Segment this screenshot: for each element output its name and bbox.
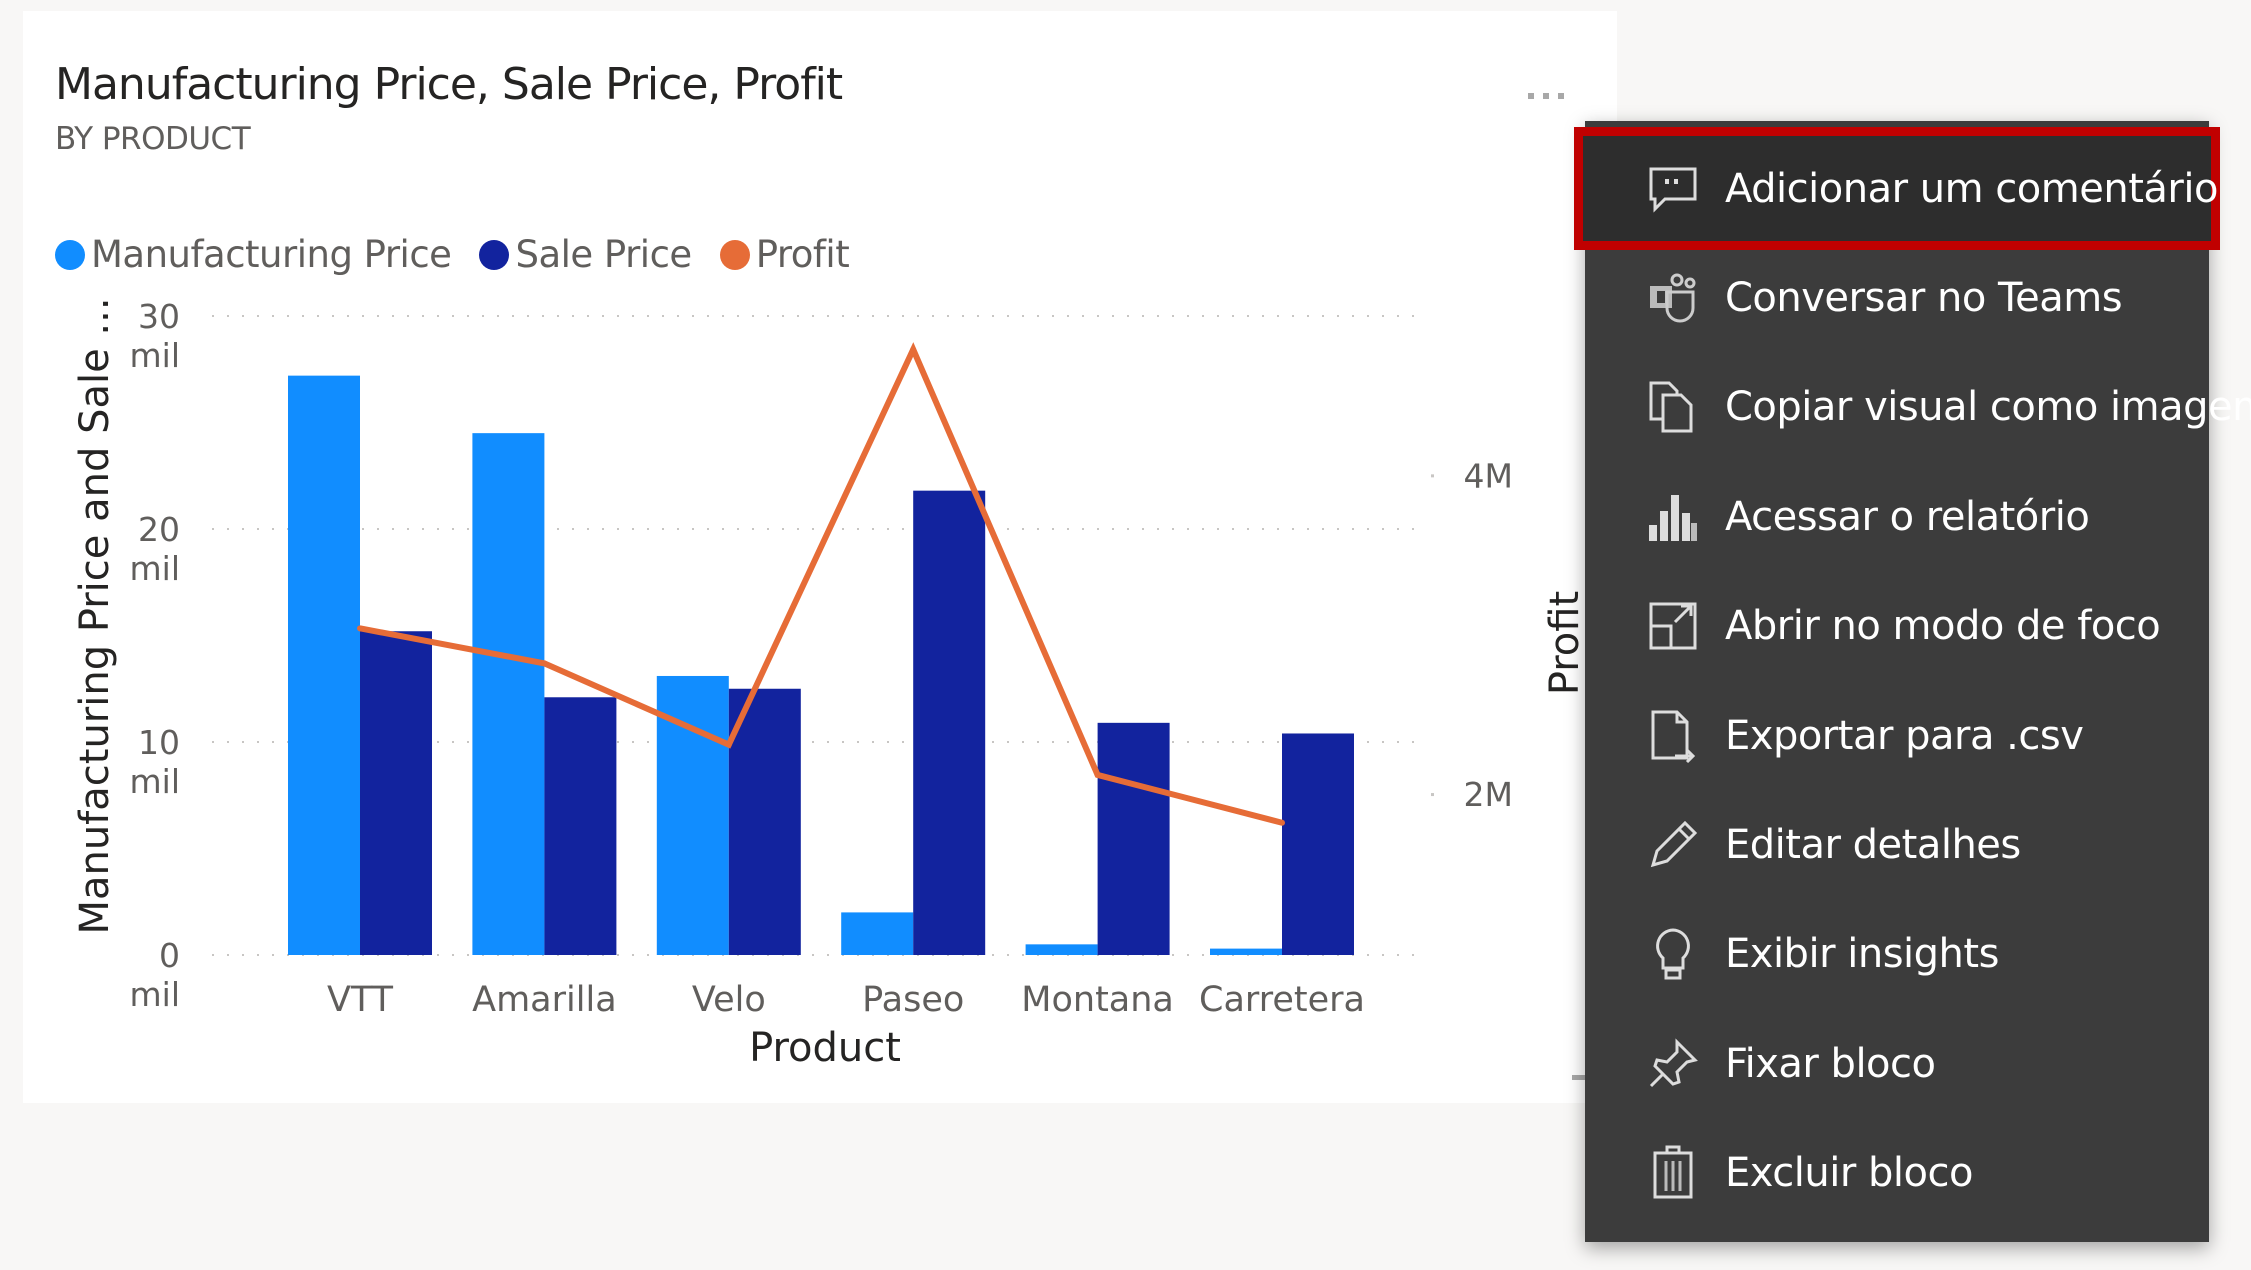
menu-item-label: Exportar para .csv xyxy=(1725,712,2084,759)
y2-tick-mark xyxy=(1431,474,1434,478)
y-axis-ticks: 0 mil 10 mil 20 mil 30 mil xyxy=(130,297,180,1014)
y-tick-label: 0 mil xyxy=(130,936,180,1014)
menu-item-copy[interactable]: Copiar visual como imagem xyxy=(1585,353,2251,462)
bars xyxy=(288,375,1354,955)
profit-point-montana xyxy=(1094,771,1101,778)
bar-manufacturing-price-vtt xyxy=(288,375,360,955)
menu-item-export[interactable]: Exportar para .csv xyxy=(1585,681,2209,790)
pencil-icon xyxy=(1645,817,1701,873)
x-tick-label: Velo xyxy=(692,980,766,1020)
menu-item-label: Abrir no modo de foco xyxy=(1725,603,2161,650)
y2-tick-label: 4M xyxy=(1464,456,1513,495)
menu-item-comment[interactable]: Adicionar um comentário xyxy=(1574,127,2220,250)
bar-sale-price-montana xyxy=(1097,722,1170,955)
y2-axis-ticks: 2M 4M xyxy=(1431,456,1513,814)
menu-item-label: Editar detalhes xyxy=(1725,821,2021,868)
bar-sale-price-velo xyxy=(728,688,801,955)
menu-item-focus-mode[interactable]: Abrir no modo de foco xyxy=(1585,572,2209,681)
bar-sale-price-amarilla xyxy=(544,697,617,955)
report-icon xyxy=(1645,489,1701,545)
menu-item-label: Acessar o relatório xyxy=(1725,493,2090,540)
bar-manufacturing-price-carretera xyxy=(1210,948,1282,955)
bar-manufacturing-price-amarilla xyxy=(472,433,545,955)
lightbulb-icon xyxy=(1645,926,1701,982)
profit-point-amarilla xyxy=(541,660,548,667)
profit-point-carretera xyxy=(1279,819,1285,826)
menu-item-label: Conversar no Teams xyxy=(1725,274,2123,321)
profit-point-vtt xyxy=(357,625,363,632)
x-tick-label: Montana xyxy=(1021,980,1174,1020)
profit-point-velo xyxy=(725,741,732,748)
menu-item-label: Fixar bloco xyxy=(1725,1040,1936,1087)
context-menu: Adicionar um comentário Conversar no Team… xyxy=(1574,121,2251,1242)
menu-item-label: Copiar visual como imagem xyxy=(1725,384,2251,431)
bar-manufacturing-price-montana xyxy=(1025,944,1098,955)
x-tick-label: Carretera xyxy=(1199,980,1365,1020)
menu-item-label: Adicionar um comentário xyxy=(1725,165,2218,212)
export-icon xyxy=(1645,708,1701,764)
bar-sale-price-carretera xyxy=(1282,733,1354,955)
menu-item-trash[interactable]: Excluir bloco xyxy=(1585,1119,2209,1228)
pin-icon xyxy=(1645,1036,1701,1092)
y2-tick-mark xyxy=(1431,793,1434,797)
y-tick-label: 10 mil xyxy=(130,723,180,801)
x-tick-label: Amarilla xyxy=(472,980,617,1020)
resize-handle[interactable] xyxy=(1572,1075,1585,1080)
menu-item-teams[interactable]: Conversar no Teams xyxy=(1585,243,2209,352)
menu-item-label: Exibir insights xyxy=(1725,931,1999,978)
x-tick-label: Paseo xyxy=(862,980,964,1020)
focus-mode-icon xyxy=(1645,598,1701,654)
x-tick-label: VTT xyxy=(327,980,394,1020)
teams-icon xyxy=(1645,270,1701,326)
menu-item-pin[interactable]: Fixar bloco xyxy=(1585,1009,2209,1118)
menu-item-report[interactable]: Acessar o relatório xyxy=(1585,462,2209,571)
profit-point-paseo xyxy=(910,346,917,353)
visual-card[interactable]: Manufacturing Price, Sale Price, Profit … xyxy=(23,11,1617,1103)
combo-chart: 0 mil 10 mil 20 mil 30 mil 2M 4M VTT Amarilla Velo… xyxy=(72,297,1588,1071)
y-tick-label: 30 mil xyxy=(130,297,180,375)
y2-axis-title: Profit xyxy=(1542,591,1588,695)
x-axis-title: Product xyxy=(749,1025,901,1071)
y2-tick-label: 2M xyxy=(1464,775,1513,814)
y-tick-label: 20 mil xyxy=(130,510,180,588)
menu-item-pencil[interactable]: Editar detalhes xyxy=(1585,790,2209,899)
menu-item-lightbulb[interactable]: Exibir insights xyxy=(1585,900,2209,1009)
comment-icon xyxy=(1645,161,1701,217)
bar-sale-price-paseo xyxy=(913,490,986,955)
menu-item-label: Excluir bloco xyxy=(1725,1150,1973,1197)
x-axis-ticks: VTT Amarilla Velo Paseo Montana Carretera xyxy=(327,980,1365,1020)
y-axis-title: Manufacturing Price and Sale ... xyxy=(72,297,118,934)
copy-icon xyxy=(1645,379,1701,435)
trash-icon xyxy=(1645,1145,1701,1201)
bar-manufacturing-price-paseo xyxy=(841,912,914,955)
bar-sale-price-vtt xyxy=(360,631,432,955)
